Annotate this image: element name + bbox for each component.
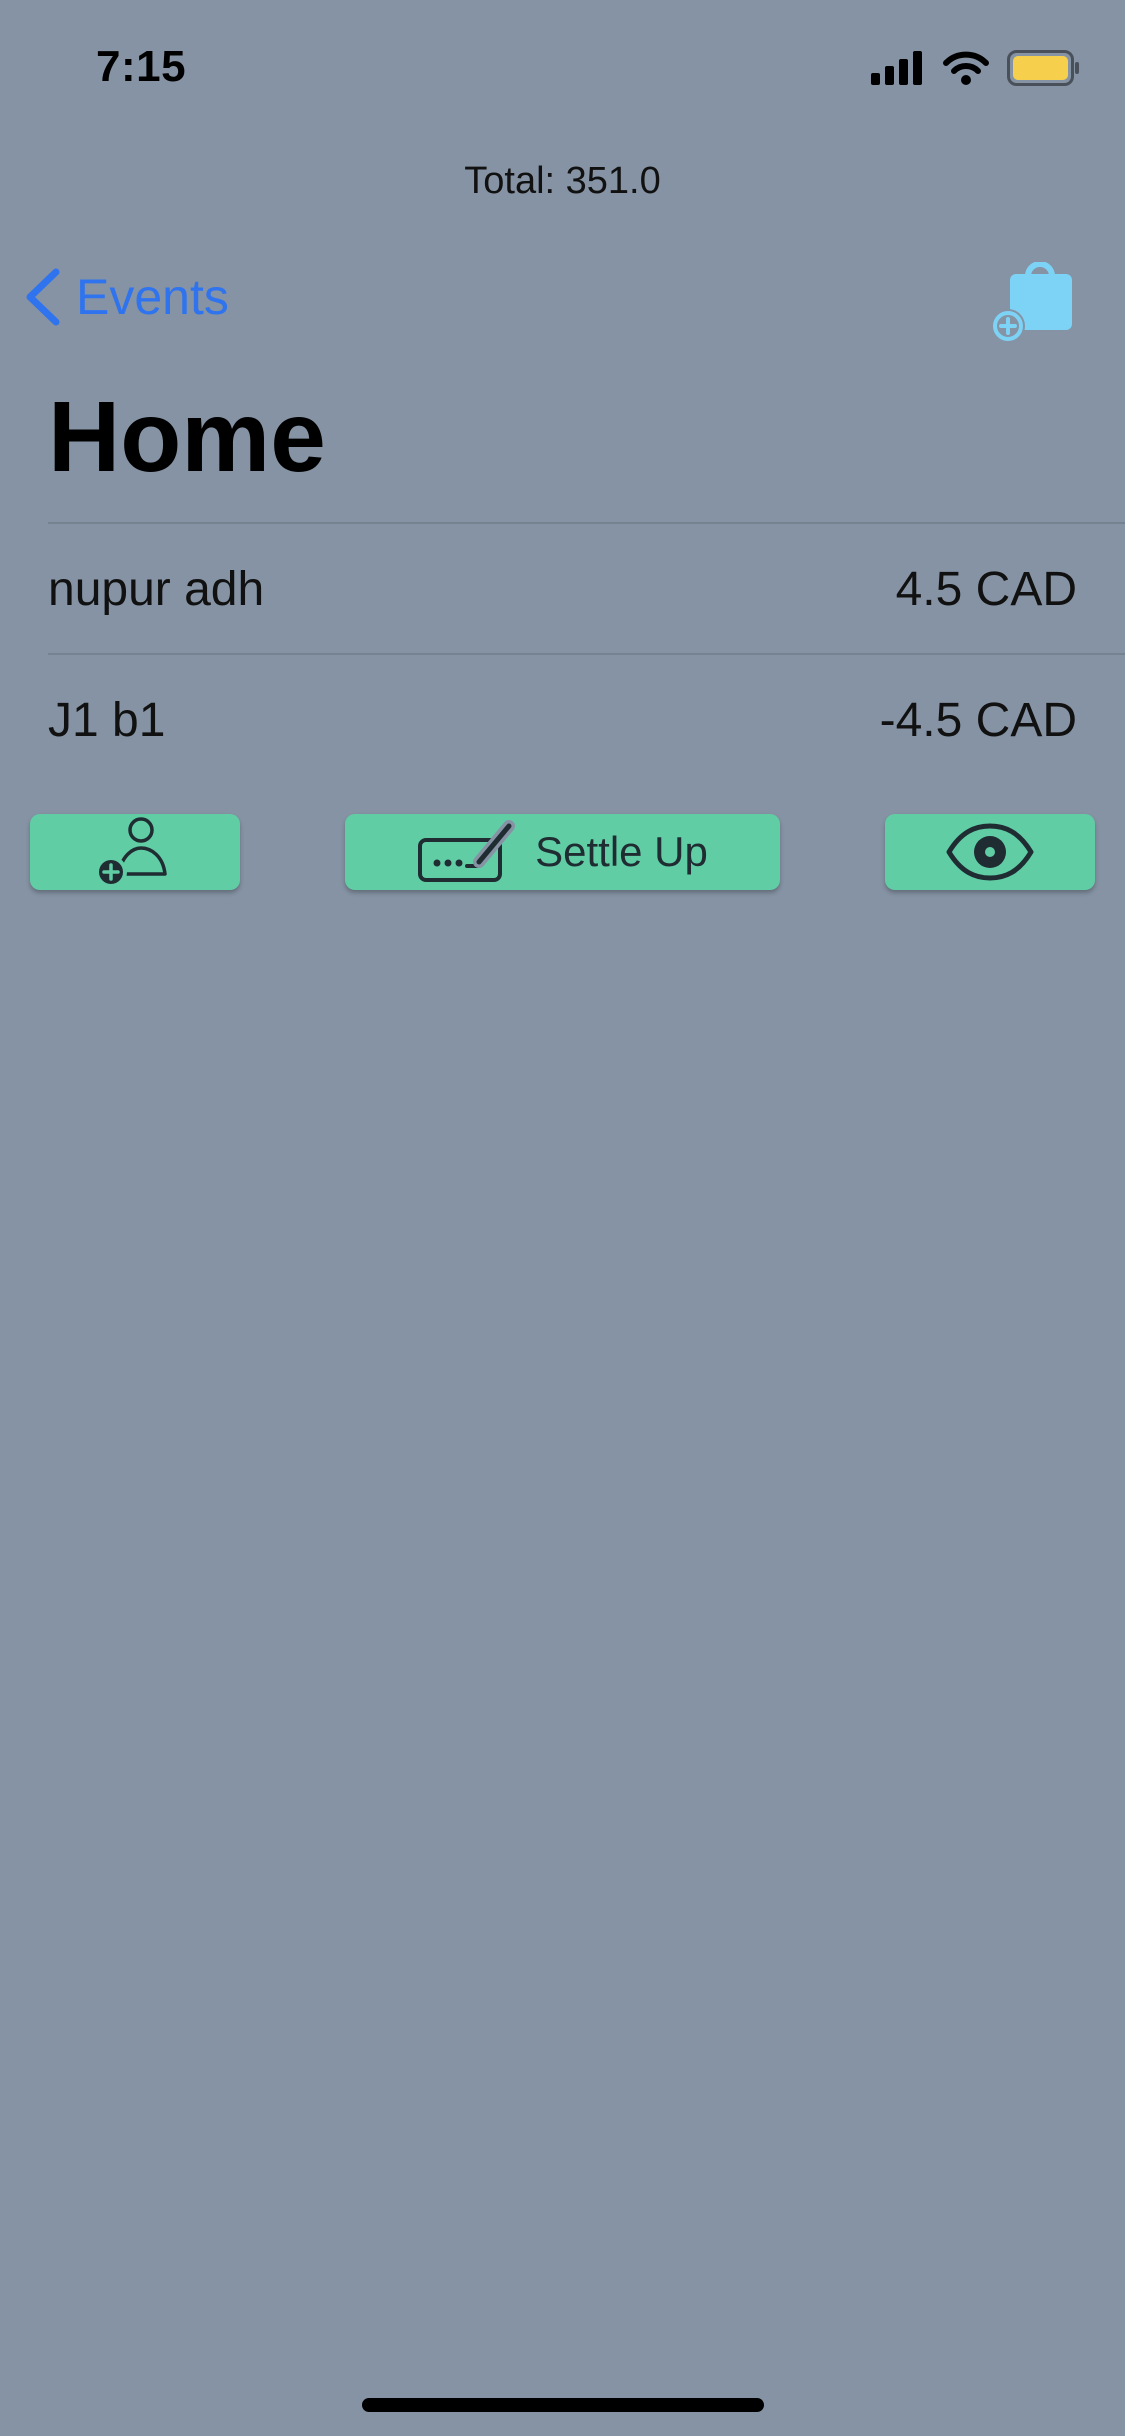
view-button[interactable] — [885, 814, 1095, 890]
signature-icon — [418, 820, 516, 882]
add-member-button[interactable] — [30, 814, 240, 890]
back-button[interactable]: Events — [24, 268, 229, 326]
home-indicator[interactable] — [362, 2398, 764, 2412]
status-time: 7:15 — [96, 42, 187, 91]
eye-icon — [946, 823, 1034, 881]
member-amount: 4.5 CAD — [895, 563, 1077, 616]
person-plus-icon — [95, 817, 167, 888]
signal-icon — [871, 51, 922, 85]
wifi-icon — [943, 51, 989, 85]
page-title: Home — [48, 381, 326, 493]
settle-up-label: Settle Up — [535, 828, 708, 875]
battery-icon — [1007, 50, 1079, 86]
chevron-left-icon — [26, 268, 60, 326]
member-name: J1 b1 — [48, 694, 166, 747]
list-item[interactable]: J1 b1 -4.5 CAD — [48, 653, 1125, 784]
settle-up-button[interactable]: Settle Up — [345, 814, 780, 890]
bag-plus-icon — [991, 261, 1072, 343]
total-label: Total: 351.0 — [464, 160, 661, 202]
status-icons — [871, 50, 1081, 86]
back-label: Events — [76, 269, 229, 325]
add-event-button[interactable] — [990, 261, 1074, 344]
member-amount: -4.5 CAD — [879, 694, 1077, 747]
list-item[interactable]: nupur adh 4.5 CAD — [48, 522, 1125, 653]
member-name: nupur adh — [48, 563, 265, 616]
